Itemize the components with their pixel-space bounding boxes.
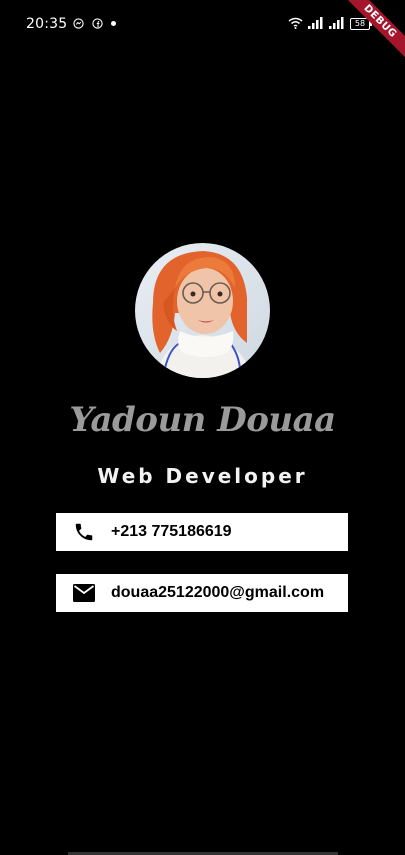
email-address: douaa25122000@gmail.com [111,584,325,601]
messenger-icon [73,18,84,29]
status-bar: 20:35 58 [0,0,405,50]
phone-card[interactable]: +213 775186619 [56,513,348,551]
signal-icon-1 [308,17,323,29]
phone-number: +213 775186619 [111,523,232,540]
avatar [135,243,270,378]
notification-dot [111,21,116,26]
phone-icon [56,513,111,551]
profile-photo [135,243,270,378]
signal-icon-2 [329,17,344,29]
status-time: 20:35 [26,16,68,32]
profile-title: Web Developer [97,464,308,488]
wifi-icon [288,17,303,29]
profile-name: Yadoun Douaa [69,400,336,440]
facebook-icon [92,18,103,29]
email-icon [56,574,111,612]
email-card[interactable]: douaa25122000@gmail.com [56,574,348,612]
